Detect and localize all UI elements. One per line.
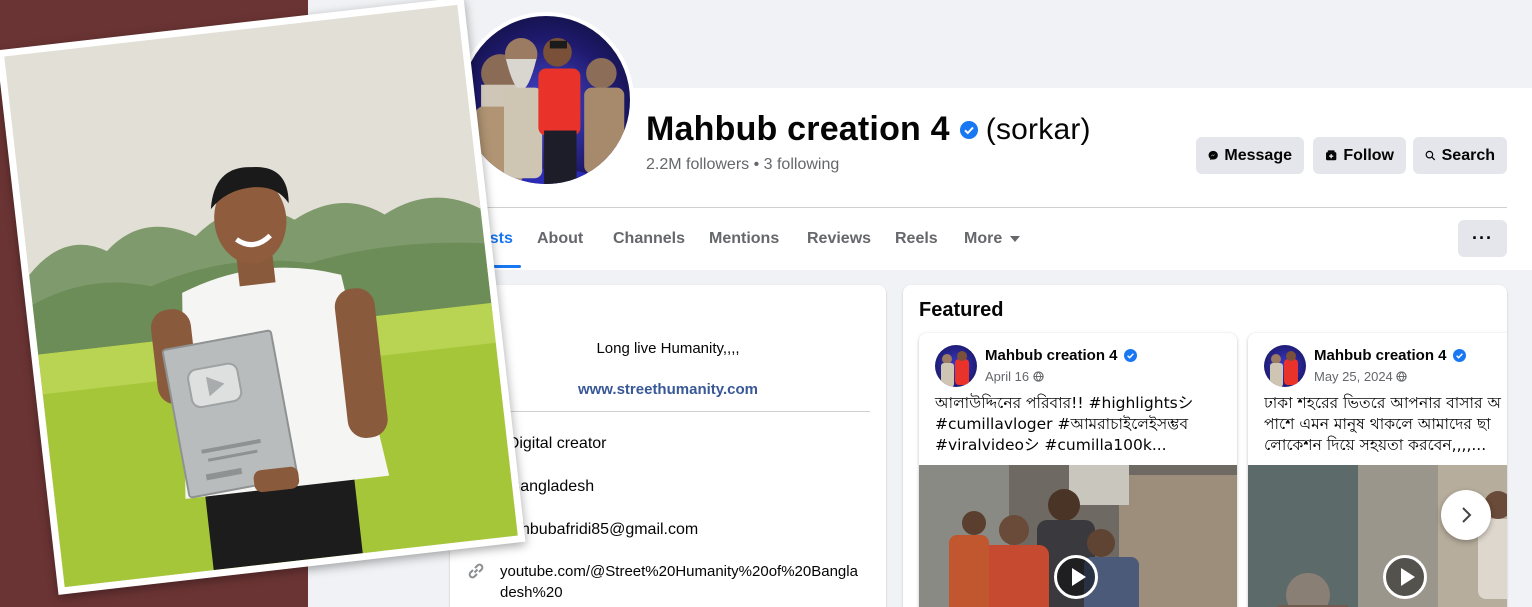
next-featured-button[interactable]	[1441, 490, 1491, 540]
globe-icon	[1033, 371, 1044, 382]
intro-card: ro Long live Humanity,,,, www.streethuma…	[450, 285, 886, 607]
page-title: Mahbub creation 4 (sorkar)	[646, 110, 1091, 149]
search-button[interactable]: Search	[1413, 137, 1507, 174]
featured-post[interactable]: Mahbub creation 4 April 16 আলাউদ্দিনের প…	[919, 333, 1237, 607]
message-button-label: Message	[1224, 146, 1292, 164]
intro-website-link[interactable]: www.streethumanity.com	[450, 381, 886, 398]
search-icon	[1425, 150, 1436, 161]
header-divider	[474, 207, 1507, 208]
post-date[interactable]: April 16	[985, 369, 1044, 384]
more-options-button[interactable]: ···	[1458, 220, 1507, 257]
verified-badge-icon	[1123, 349, 1137, 362]
search-button-label: Search	[1441, 146, 1495, 164]
tab-reviews[interactable]: Reviews	[807, 220, 871, 268]
intro-divider	[466, 411, 870, 412]
avatar-image	[941, 351, 969, 387]
intro-youtube[interactable]: youtube.com/@Street%20Humanity%20of%20Ba…	[466, 561, 858, 603]
overlay-photo	[0, 0, 526, 595]
verified-badge-icon	[959, 120, 978, 139]
youtube-link-text: youtube.com/@Street%20Humanity%20of%20Ba…	[500, 563, 858, 601]
featured-card: Featured Mahbub creation 4 April 16 আলাউ…	[903, 285, 1507, 607]
tab-reels[interactable]: Reels	[895, 220, 938, 268]
post-text: ঢাকা শহরের ভিতরে আপনার বাসার অ পাশে এমন …	[1264, 394, 1501, 454]
post-author[interactable]: Mahbub creation 4	[985, 347, 1137, 364]
page-name-text: Mahbub creation 4	[646, 110, 950, 148]
post-avatar[interactable]	[1264, 345, 1306, 387]
tab-about[interactable]: About	[537, 220, 583, 268]
verified-badge-icon	[1452, 349, 1466, 362]
messenger-icon	[1208, 150, 1218, 161]
avatar-image	[1270, 351, 1298, 387]
alternate-name: (sorkar)	[985, 112, 1091, 146]
message-button[interactable]: Message	[1196, 137, 1304, 174]
featured-title: Featured	[919, 299, 1004, 321]
globe-icon	[1396, 371, 1408, 382]
intro-email[interactable]: hbubafridi85@gmail.com	[521, 521, 698, 539]
tab-more-label: More	[964, 230, 1003, 247]
followers-count[interactable]: 2.2M followers • 3 following	[646, 156, 839, 174]
post-author[interactable]: Mahbub creation 4	[1314, 347, 1466, 364]
chevron-right-icon	[1462, 507, 1472, 523]
photo-image	[4, 4, 518, 588]
tab-channels[interactable]: Channels	[613, 220, 685, 268]
profile-picture[interactable]	[458, 12, 634, 188]
caret-down-icon	[1010, 235, 1021, 242]
tab-more[interactable]: More	[964, 220, 1021, 268]
post-date[interactable]: May 25, 2024	[1314, 369, 1408, 384]
tab-mentions[interactable]: Mentions	[709, 220, 779, 268]
follow-button[interactable]: Follow	[1313, 137, 1406, 174]
post-avatar[interactable]	[935, 345, 977, 387]
follow-button-label: Follow	[1343, 146, 1394, 164]
featured-post[interactable]: Mahbub creation 4 May 25, 2024 ঢাকা শহরে…	[1248, 333, 1507, 607]
follow-icon	[1326, 150, 1337, 161]
man-with-silver-play-button-image	[4, 4, 518, 588]
intro-bio: Long live Humanity,,,,	[596, 340, 740, 357]
link-icon	[468, 563, 484, 579]
post-text: আলাউদ্দিনের পরিবার!! #highlightsシ #cumil…	[935, 394, 1194, 454]
profile-picture-image	[475, 37, 625, 184]
post-video-thumbnail[interactable]	[919, 465, 1237, 607]
play-icon[interactable]	[1383, 555, 1427, 599]
play-icon[interactable]	[1054, 555, 1098, 599]
